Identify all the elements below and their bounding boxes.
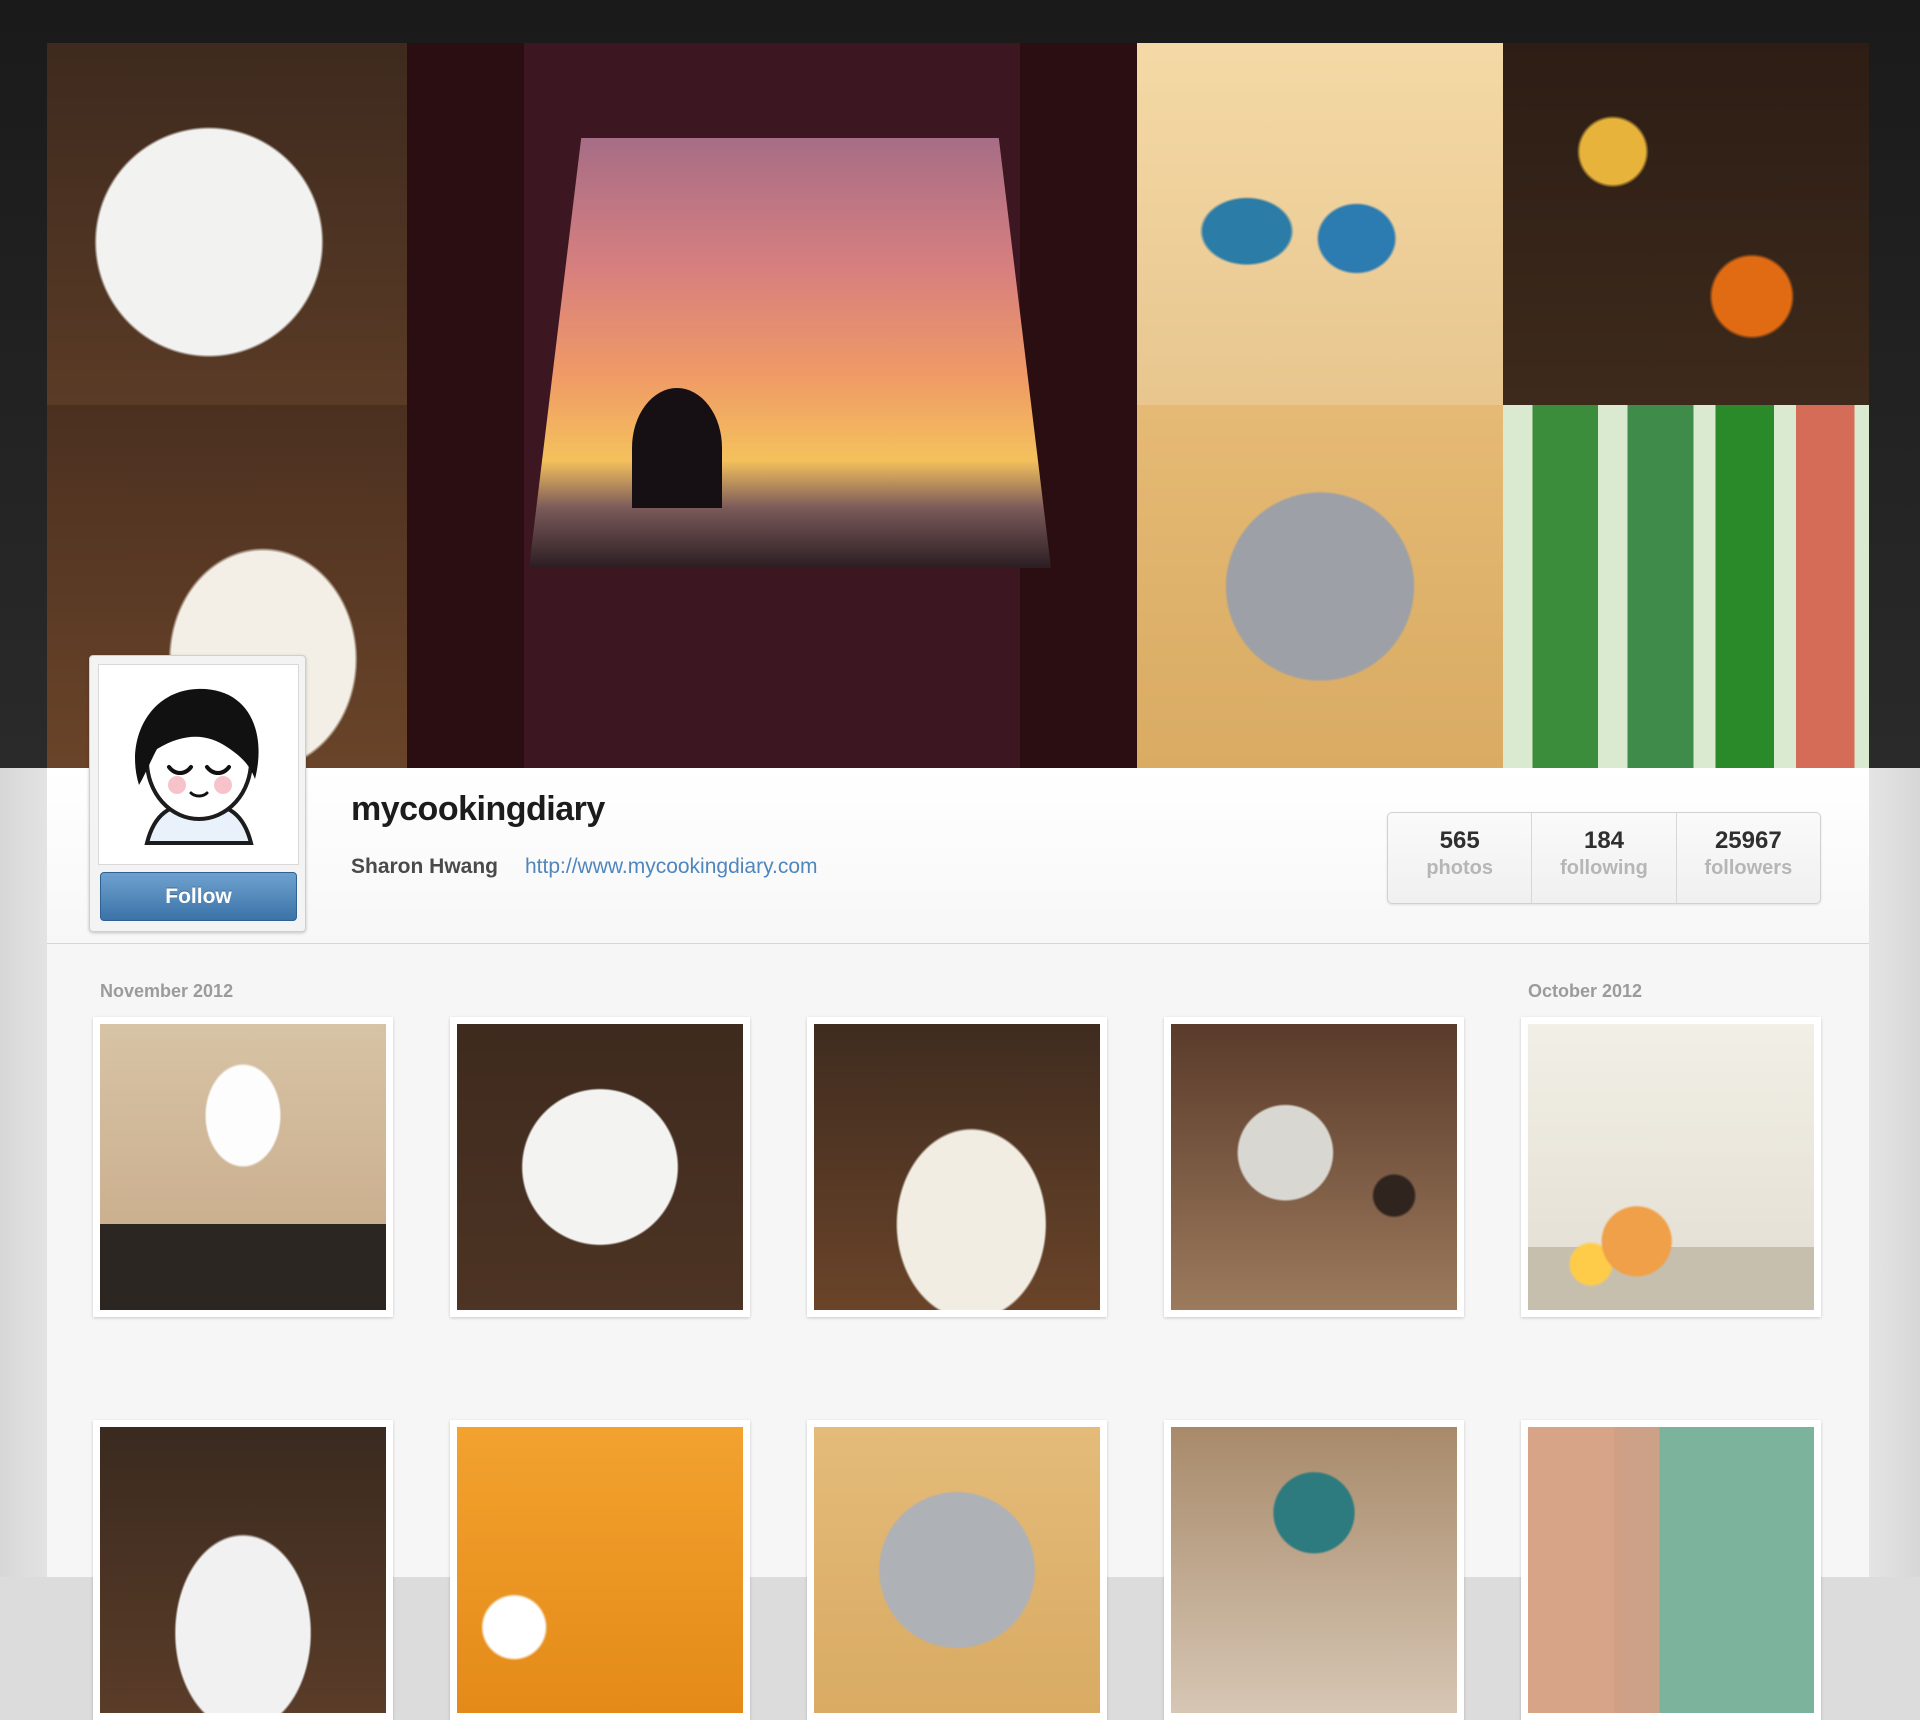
cover-photo bbox=[47, 43, 407, 405]
cover-photo bbox=[1503, 405, 1869, 768]
follow-button[interactable]: Follow bbox=[100, 872, 297, 921]
tree-silhouette bbox=[632, 388, 722, 508]
stat-count: 565 bbox=[1439, 827, 1480, 854]
month-label-october-2012: October 2012 bbox=[1528, 981, 1643, 1001]
photo-thumbnail[interactable] bbox=[1164, 1420, 1464, 1720]
photo-image bbox=[100, 1024, 386, 1310]
photo-thumbnail[interactable] bbox=[450, 1420, 750, 1720]
photo-image bbox=[1171, 1427, 1457, 1713]
photo-image bbox=[457, 1024, 743, 1310]
stat-label: followers bbox=[1704, 857, 1793, 879]
stat-following[interactable]: 184 following bbox=[1532, 813, 1677, 903]
profile-stats: 565 photos 184 following 25967 followers bbox=[1387, 812, 1821, 904]
stat-followers[interactable]: 25967 followers bbox=[1677, 813, 1820, 903]
month-label-november-2012: November 2012 bbox=[100, 981, 234, 1001]
photo-image bbox=[814, 1024, 1100, 1310]
photo-thumbnail[interactable] bbox=[807, 1420, 1107, 1720]
photo-thumbnail[interactable] bbox=[93, 1017, 393, 1317]
stat-label: following bbox=[1560, 857, 1648, 879]
website-link[interactable]: http://www.mycookingdiary.com bbox=[525, 855, 818, 879]
photo-image bbox=[457, 1427, 743, 1713]
photo-image bbox=[1171, 1024, 1457, 1310]
photo-image bbox=[1528, 1024, 1814, 1310]
avatar-illustration-icon bbox=[99, 665, 298, 864]
avatar[interactable] bbox=[98, 664, 299, 865]
cover-photo bbox=[407, 43, 1137, 768]
photo-thumbnail[interactable] bbox=[1164, 1017, 1464, 1317]
photo-thumbnail[interactable] bbox=[807, 1017, 1107, 1317]
cover-collage bbox=[47, 43, 1869, 768]
photo-thumbnail[interactable] bbox=[1521, 1017, 1821, 1317]
cover-photo bbox=[1503, 43, 1869, 405]
full-name: Sharon Hwang bbox=[351, 855, 499, 878]
stat-photos[interactable]: 565 photos bbox=[1388, 813, 1533, 903]
photo-image bbox=[1528, 1427, 1814, 1713]
cover-photo bbox=[1137, 405, 1503, 768]
stat-count: 184 bbox=[1583, 827, 1625, 854]
photo-thumbnail[interactable] bbox=[93, 1420, 393, 1720]
stat-count: 25967 bbox=[1714, 827, 1782, 854]
photo-thumbnail[interactable] bbox=[1521, 1420, 1821, 1720]
cover-photo bbox=[1137, 43, 1503, 405]
avatar-card: Follow bbox=[89, 655, 306, 932]
photo-image bbox=[100, 1427, 386, 1713]
photo-thumbnail[interactable] bbox=[450, 1017, 750, 1317]
photo-image bbox=[814, 1427, 1100, 1713]
username: mycookingdiary bbox=[351, 790, 605, 828]
window-sunset bbox=[529, 138, 1051, 568]
stat-label: photos bbox=[1426, 857, 1493, 879]
